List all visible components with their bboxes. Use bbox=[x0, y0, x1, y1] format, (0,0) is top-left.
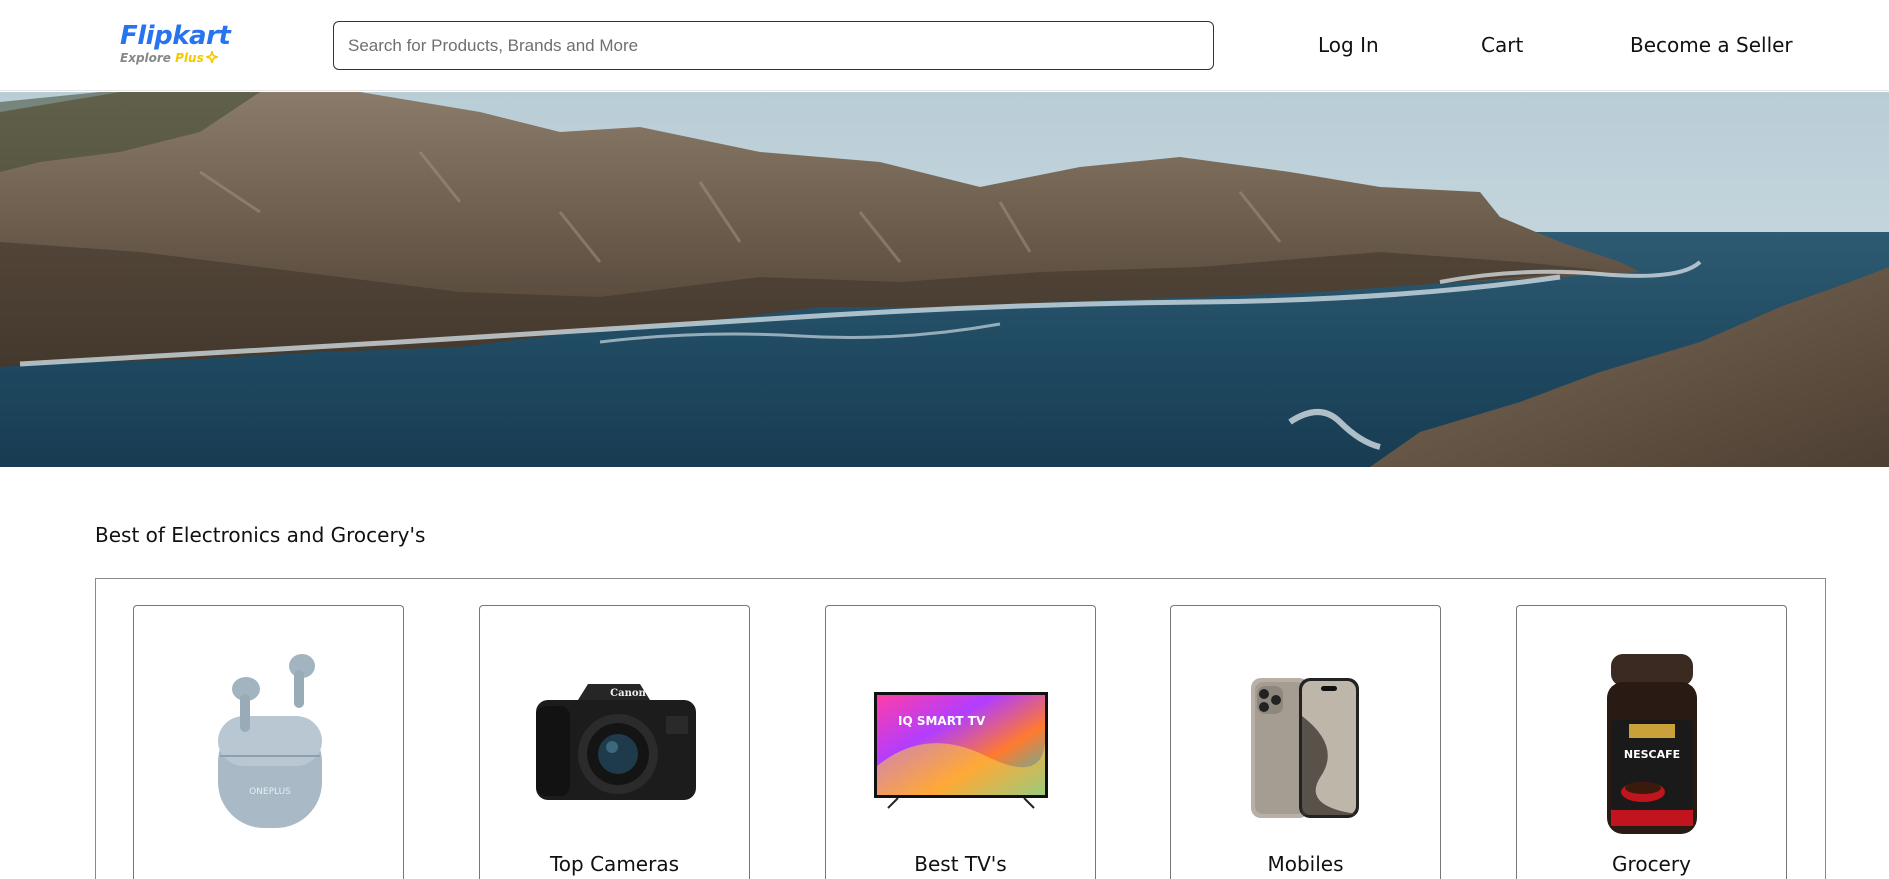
earbuds-image: ONEPLUS bbox=[134, 646, 403, 846]
category-card-grocery[interactable]: NESCAFE Grocery bbox=[1516, 605, 1787, 879]
flipkart-logo[interactable]: Flipkart Explore Plus bbox=[120, 20, 231, 70]
logo-tagline-accent: Plus bbox=[175, 51, 204, 65]
category-card-label: Top Cameras bbox=[549, 852, 679, 876]
coffee-brand-text: NESCAFE bbox=[1624, 748, 1680, 761]
logo-tagline: Explore Plus bbox=[120, 51, 218, 65]
coffee-jar-image: NESCAFE bbox=[1517, 646, 1786, 846]
category-card-label: Mobiles bbox=[1267, 852, 1344, 876]
login-link[interactable]: Log In bbox=[1318, 30, 1379, 60]
category-card-cameras[interactable]: Canon Top Cameras bbox=[479, 605, 750, 879]
logo-tagline-prefix: Explore bbox=[120, 51, 176, 65]
phone-image bbox=[1171, 646, 1440, 846]
section-title: Best of Electronics and Grocery's bbox=[95, 523, 426, 547]
header: Flipkart Explore Plus Log In Cart Become… bbox=[0, 0, 1889, 91]
search-box[interactable] bbox=[333, 21, 1214, 70]
category-card-tvs[interactable]: IQ SMART TV Best TV's bbox=[825, 605, 1096, 879]
search-input[interactable] bbox=[334, 22, 1213, 69]
category-card-earbuds[interactable]: ONEPLUS bbox=[133, 605, 404, 879]
category-card-mobiles[interactable]: Mobiles bbox=[1170, 605, 1441, 879]
camera-brand-text: Canon bbox=[610, 688, 646, 699]
tv-image: IQ SMART TV bbox=[826, 646, 1095, 846]
category-card-label: Grocery bbox=[1612, 852, 1691, 876]
become-seller-link[interactable]: Become a Seller bbox=[1630, 30, 1793, 60]
cart-link[interactable]: Cart bbox=[1481, 30, 1523, 60]
hero-banner[interactable] bbox=[0, 92, 1889, 467]
category-card-label: Best TV's bbox=[914, 852, 1007, 876]
logo-wordmark: Flipkart bbox=[120, 21, 231, 51]
earbuds-brand-text: ONEPLUS bbox=[249, 787, 291, 797]
camera-image: Canon bbox=[480, 646, 749, 846]
tv-brand-text: IQ SMART TV bbox=[898, 714, 986, 728]
rocky-coastline-image bbox=[0, 92, 1889, 467]
plus-icon bbox=[205, 51, 218, 63]
